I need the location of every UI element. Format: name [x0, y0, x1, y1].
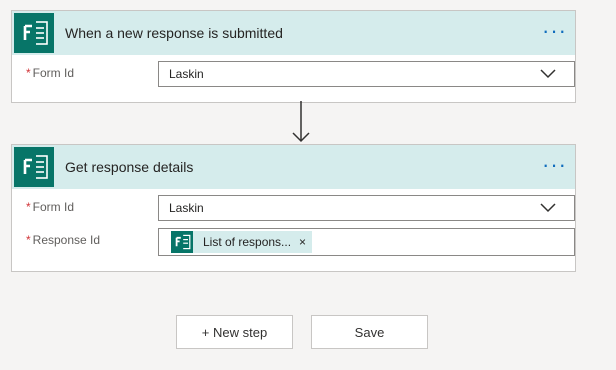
required-mark: * [26, 233, 31, 247]
chevron-down-icon [540, 69, 556, 79]
microsoft-forms-icon [14, 13, 54, 53]
response-id-label: Response Id [32, 233, 101, 247]
form-id-label: Form Id [32, 200, 75, 214]
required-mark: * [26, 200, 31, 214]
trigger-title: When a new response is submitted [65, 25, 283, 41]
form-id-dropdown[interactable]: Laskin [158, 195, 575, 221]
action-title: Get response details [65, 159, 194, 175]
action-form-id-row: * Form Id Laskin [12, 191, 575, 224]
action-card-header[interactable]: Get response details ··· [12, 145, 575, 189]
required-mark: * [26, 66, 31, 80]
microsoft-forms-icon [14, 147, 54, 187]
dynamic-content-token[interactable]: List of respons... × [171, 231, 313, 253]
trigger-card: When a new response is submitted ··· * Fo… [11, 10, 576, 103]
trigger-form-id-row: * Form Id Laskin [12, 57, 575, 90]
action-card: Get response details ··· * Form Id Laskin… [11, 144, 576, 272]
field-label: * Form Id [26, 57, 74, 90]
chevron-down-icon [540, 203, 556, 213]
form-id-value: Laskin [169, 201, 204, 215]
microsoft-forms-icon [171, 231, 193, 253]
response-id-input[interactable]: List of respons... × [158, 228, 575, 256]
save-button[interactable]: Save [311, 315, 428, 349]
form-id-dropdown[interactable]: Laskin [158, 61, 575, 87]
new-step-button[interactable]: + New step [176, 315, 293, 349]
arrow-down-icon [292, 101, 310, 143]
token-label: List of respons... [203, 235, 292, 249]
trigger-more-options-icon[interactable]: ··· [542, 11, 567, 55]
form-id-label: Form Id [32, 66, 75, 80]
action-response-id-row: * Response Id List of respons... × [12, 224, 575, 257]
field-label: * Response Id [26, 224, 100, 257]
trigger-card-header[interactable]: When a new response is submitted ··· [12, 11, 575, 55]
field-label: * Form Id [26, 191, 74, 224]
form-id-value: Laskin [169, 67, 204, 81]
close-icon[interactable]: × [299, 235, 306, 249]
action-more-options-icon[interactable]: ··· [542, 145, 567, 189]
